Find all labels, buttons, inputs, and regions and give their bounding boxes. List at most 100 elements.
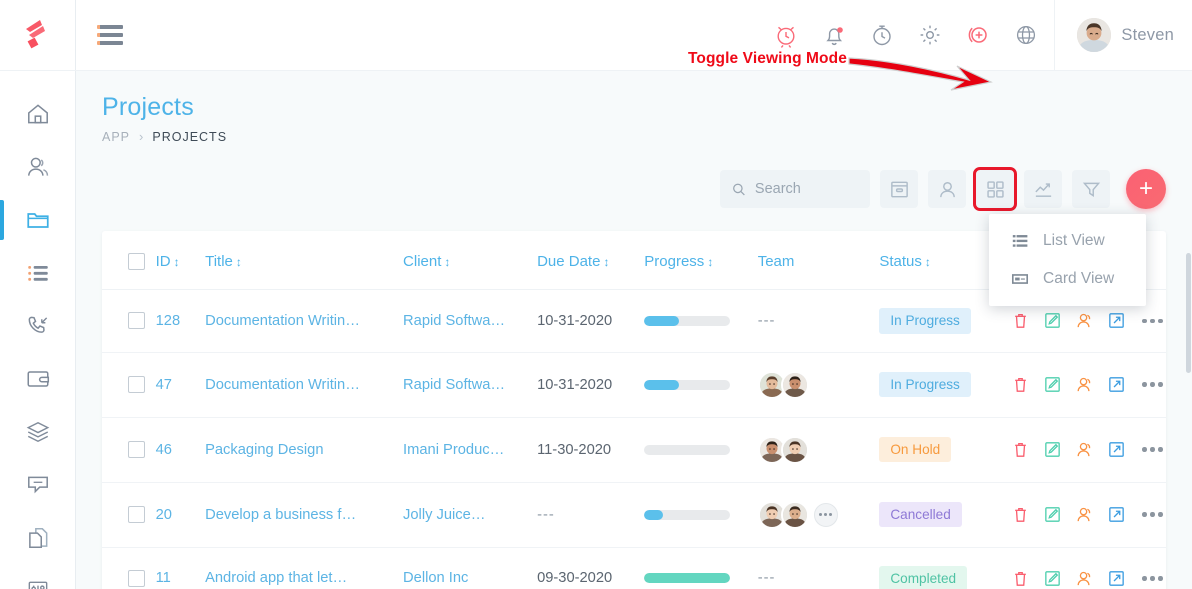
- col-client[interactable]: Client ↕: [403, 231, 538, 290]
- open-external-icon[interactable]: [1107, 375, 1126, 394]
- col-id[interactable]: ID ↕: [155, 231, 206, 290]
- chat-icon: [28, 476, 48, 493]
- dropdown-item-list-view[interactable]: List View: [989, 222, 1146, 260]
- sort-icon[interactable]: ↕: [444, 255, 450, 269]
- sort-icon[interactable]: ↕: [174, 255, 180, 269]
- cell-id[interactable]: 128: [155, 289, 206, 353]
- search-box[interactable]: [720, 170, 870, 208]
- team-avatar[interactable]: [780, 435, 809, 464]
- select-all-checkbox[interactable]: [128, 253, 145, 270]
- cell-client[interactable]: Dellon Inc: [403, 547, 538, 589]
- row-select-cell: [102, 417, 156, 483]
- sidebar-item-finance[interactable]: [0, 352, 76, 405]
- avatar: [1077, 18, 1112, 52]
- edit-icon[interactable]: [1043, 311, 1062, 330]
- table-row[interactable]: 47 Documentation Writin… Rapid Softwa… 10-3…: [102, 352, 1166, 418]
- table-row[interactable]: 11 Android app that let… Dellon Inc 09-30-2…: [102, 547, 1166, 589]
- chart-button[interactable]: [1024, 170, 1062, 208]
- cell-client[interactable]: Rapid Softwa…: [403, 289, 538, 353]
- table-row[interactable]: 46 Packaging Design Imani Produc… 11-30-202…: [102, 417, 1166, 483]
- col-progress[interactable]: Progress ↕: [644, 231, 758, 290]
- cell-title[interactable]: Packaging Design: [205, 417, 404, 483]
- delete-icon[interactable]: [1011, 569, 1030, 588]
- vertical-scrollbar[interactable]: [1186, 253, 1191, 373]
- sidebar-item-clients[interactable]: [0, 140, 76, 193]
- more-options-icon[interactable]: [1142, 447, 1163, 452]
- row-checkbox[interactable]: [128, 312, 145, 330]
- delete-icon[interactable]: [1011, 440, 1030, 459]
- sort-icon[interactable]: ↕: [236, 255, 242, 269]
- sidebar-item-layers[interactable]: [0, 405, 76, 458]
- archive-button[interactable]: [880, 170, 918, 208]
- assign-user-icon[interactable]: [1075, 505, 1094, 524]
- team-overflow-button[interactable]: [813, 502, 838, 527]
- sort-icon[interactable]: ↕: [603, 255, 609, 269]
- sort-icon[interactable]: ↕: [925, 255, 931, 269]
- open-external-icon[interactable]: [1107, 311, 1126, 330]
- delete-icon[interactable]: [1011, 375, 1030, 394]
- add-project-fab[interactable]: +: [1126, 169, 1166, 209]
- toggle-viewing-mode-button[interactable]: [973, 167, 1017, 211]
- sidebar-item-tasks[interactable]: [0, 246, 76, 299]
- filter-button[interactable]: [1072, 170, 1110, 208]
- sidebar-item-calls[interactable]: [0, 299, 76, 352]
- dropdown-item-card-view[interactable]: Card View: [989, 260, 1146, 298]
- sidebar-item-projects[interactable]: [0, 193, 76, 246]
- app-logo[interactable]: [0, 0, 76, 71]
- page-title: Projects: [102, 93, 194, 121]
- assign-user-icon[interactable]: [1075, 375, 1094, 394]
- hamburger-menu-button[interactable]: [97, 25, 123, 45]
- col-title[interactable]: Title ↕: [205, 231, 404, 290]
- cell-id[interactable]: 46: [155, 417, 206, 483]
- cell-title[interactable]: Android app that let…: [205, 547, 404, 589]
- cell-id[interactable]: 11: [155, 547, 206, 589]
- breadcrumb-root[interactable]: APP: [102, 130, 130, 144]
- team-avatar[interactable]: [780, 370, 809, 399]
- row-checkbox[interactable]: [128, 506, 145, 524]
- col-due-date-label: Due Date: [537, 253, 601, 270]
- cell-id[interactable]: 20: [155, 482, 206, 548]
- cell-title[interactable]: Documentation Writin…: [205, 289, 404, 353]
- edit-icon[interactable]: [1043, 569, 1062, 588]
- edit-icon[interactable]: [1043, 375, 1062, 394]
- assign-user-icon[interactable]: [1075, 311, 1094, 330]
- cell-actions: [1011, 352, 1166, 418]
- more-options-icon[interactable]: [1142, 512, 1163, 517]
- cell-id[interactable]: 47: [155, 352, 206, 418]
- more-options-icon[interactable]: [1142, 576, 1163, 581]
- cell-client[interactable]: Jolly Juice…: [403, 482, 538, 548]
- person-icon: [939, 181, 955, 197]
- row-checkbox[interactable]: [128, 569, 145, 587]
- alarm-clock-icon[interactable]: [772, 21, 800, 49]
- table-row[interactable]: 20 Develop a business f… Jolly Juice… --- C…: [102, 482, 1166, 548]
- sidebar-item-documents[interactable]: [0, 511, 76, 564]
- cell-client[interactable]: Rapid Softwa…: [403, 352, 538, 418]
- more-options-icon[interactable]: [1142, 318, 1163, 324]
- sort-icon[interactable]: ↕: [707, 255, 713, 269]
- delete-icon[interactable]: [1011, 505, 1030, 524]
- delete-icon[interactable]: [1011, 311, 1030, 330]
- user-name: Steven: [1121, 25, 1174, 44]
- team-avatar[interactable]: [780, 500, 809, 529]
- col-due-date[interactable]: Due Date ↕: [537, 231, 645, 290]
- cell-client[interactable]: Imani Produc…: [403, 417, 538, 483]
- open-external-icon[interactable]: [1107, 505, 1126, 524]
- more-options-icon[interactable]: [1142, 382, 1163, 387]
- cell-title[interactable]: Documentation Writin…: [205, 352, 404, 418]
- sidebar-item-messages[interactable]: [0, 458, 76, 511]
- edit-icon[interactable]: [1043, 440, 1062, 459]
- row-checkbox[interactable]: [128, 441, 145, 459]
- assign-user-icon[interactable]: [1075, 569, 1094, 588]
- row-checkbox[interactable]: [128, 376, 145, 394]
- sidebar-item-home[interactable]: [0, 87, 76, 140]
- my-projects-button[interactable]: [928, 170, 966, 208]
- open-external-icon[interactable]: [1107, 440, 1126, 459]
- cell-title[interactable]: Develop a business f…: [205, 482, 404, 548]
- user-menu[interactable]: Steven: [1054, 0, 1192, 71]
- edit-icon[interactable]: [1043, 505, 1062, 524]
- open-external-icon[interactable]: [1107, 569, 1126, 588]
- sidebar-item-settings[interactable]: [0, 564, 76, 589]
- globe-icon[interactable]: [1012, 21, 1040, 49]
- search-input[interactable]: [754, 181, 858, 197]
- assign-user-icon[interactable]: [1075, 440, 1094, 459]
